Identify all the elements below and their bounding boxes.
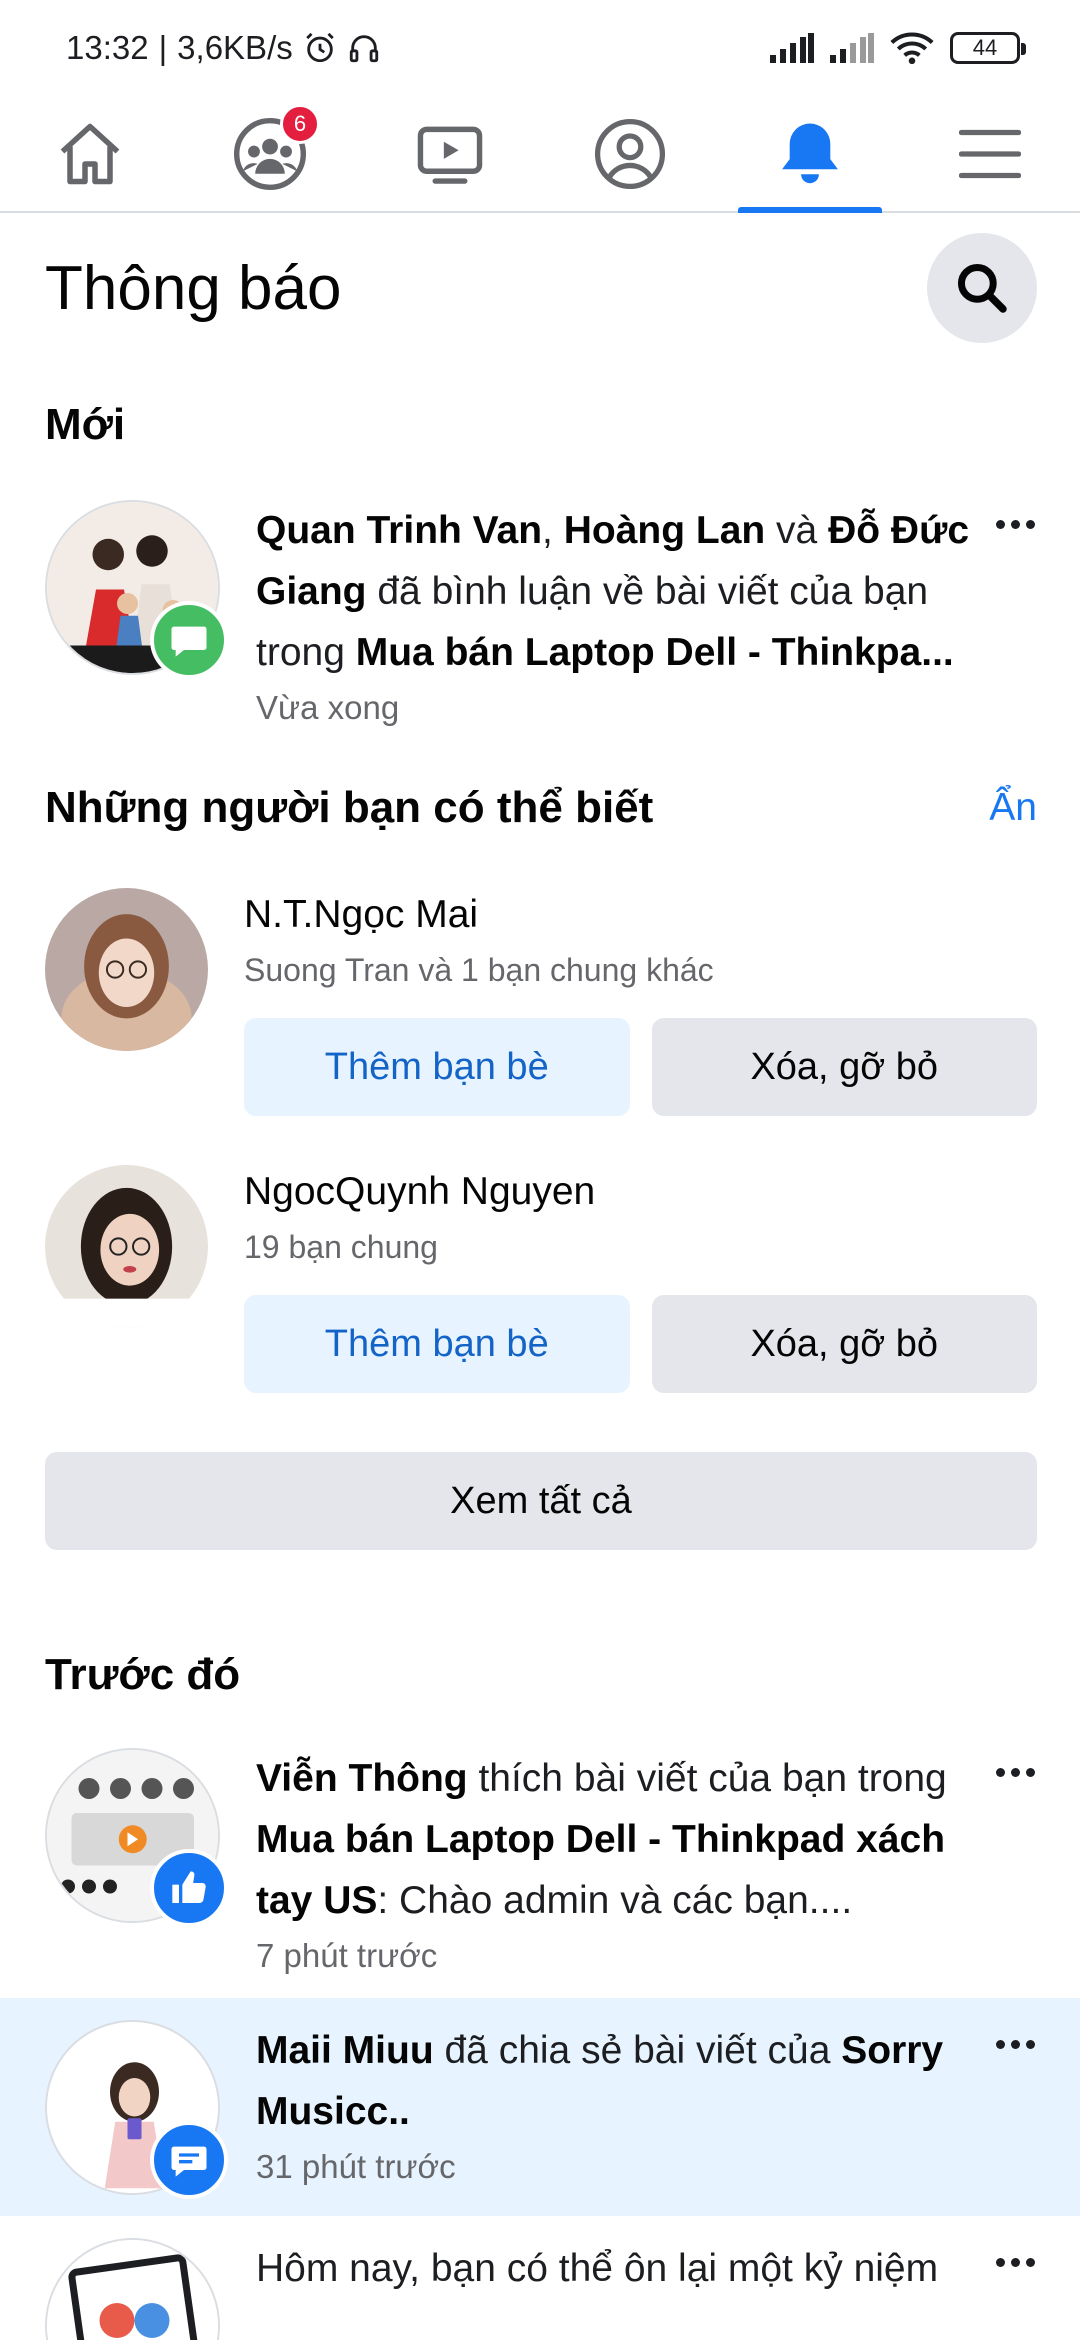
person-name[interactable]: N.T.Ngọc Mai (244, 888, 1037, 942)
remove-button[interactable]: Xóa, gỡ bỏ (651, 1018, 1037, 1116)
avatar (45, 2238, 220, 2340)
comment-icon (171, 626, 207, 657)
more-options-button[interactable] (975, 1748, 1035, 1981)
headphones-icon (347, 31, 381, 65)
like-icon (172, 1871, 206, 1904)
notification-avatar (45, 2020, 228, 2199)
notification-item[interactable]: Hôm nay, bạn có thể ôn lại một kỷ niệm (0, 2238, 1080, 2340)
actor-name: Viễn Thông (256, 1757, 468, 1800)
section-new-title: Mới (45, 400, 126, 449)
more-icon (996, 2258, 1035, 2340)
notification-item[interactable]: Quan Trinh Van, Hoàng Lan và Đỗ Đức Gian… (0, 500, 1080, 733)
wifi-icon (890, 31, 934, 65)
more-icon (996, 1768, 1035, 1981)
share-badge (150, 2121, 228, 2199)
bell-icon (782, 123, 838, 183)
notification-item[interactable]: Viễn Thông thích bài viết của bạn trong … (0, 1748, 1080, 1981)
page-title: Thông báo (45, 253, 342, 323)
signal-icon-2 (830, 33, 874, 63)
notification-text: Viễn Thông thích bài viết của bạn trong … (256, 1748, 975, 1981)
text-conjunction: và (765, 509, 829, 552)
notification-time: 31 phút trước (256, 2148, 456, 2185)
more-options-button[interactable] (975, 500, 1035, 733)
actor-name: Hoàng Lan (563, 509, 766, 552)
alarm-icon (303, 31, 337, 65)
search-button[interactable] (927, 233, 1037, 343)
notification-time: 7 phút trước (256, 1937, 438, 1974)
mutual-friends: 19 bạn chung (244, 1229, 438, 1265)
groups-badge: 6 (280, 104, 320, 144)
group-name: Mua bán Laptop Dell - Thinkpa... (355, 631, 954, 674)
pymk-card: N.T.Ngọc Mai Suong Tran và 1 bạn chung k… (45, 888, 1037, 1116)
signal-icon (770, 33, 814, 63)
status-bar: 13:32 | 3,6KB/s 44 (0, 0, 1080, 96)
tab-notifications[interactable] (720, 96, 900, 213)
notification-action: thích bài viết của bạn trong (467, 1757, 947, 1800)
pymk-title: Những người bạn có thể biết (45, 783, 654, 832)
actor-name: Quan Trinh Van (256, 509, 543, 552)
search-icon (957, 263, 1007, 313)
add-friend-button[interactable]: Thêm bạn bè (244, 1295, 630, 1393)
more-options-button[interactable] (975, 2020, 1035, 2216)
person-name[interactable]: NgocQuynh Nguyen (244, 1165, 1037, 1219)
add-friend-button[interactable]: Thêm bạn bè (244, 1018, 630, 1116)
more-options-button[interactable] (975, 2238, 1035, 2340)
notification-avatar (45, 2238, 220, 2340)
status-time: 13:32 (66, 29, 149, 66)
video-icon (417, 126, 483, 184)
network-speed: 3,6KB/s (177, 29, 293, 66)
page-header: Thông báo (45, 228, 1037, 348)
memory-text: Hôm nay, bạn có thể ôn lại một kỷ niệm (256, 2247, 939, 2290)
notification-item[interactable]: Maii Miuu đã chia sẻ bài viết của Sorry … (0, 1998, 1080, 2216)
notification-text: Hôm nay, bạn có thể ôn lại một kỷ niệm (256, 2238, 975, 2340)
more-icon (996, 2040, 1035, 2216)
notification-time: Vừa xong (256, 689, 400, 726)
tab-watch[interactable] (360, 96, 540, 211)
menu-icon (959, 129, 1021, 178)
comment-badge (150, 601, 228, 679)
more-icon (996, 520, 1035, 733)
tab-home[interactable] (0, 96, 180, 211)
status-separator: | (158, 29, 168, 66)
notification-avatar (45, 500, 228, 679)
mutual-friends: Suong Tran và 1 bạn chung khác (244, 952, 714, 988)
hide-link[interactable]: Ẩn (989, 786, 1037, 830)
home-icon (60, 123, 120, 184)
tab-profile[interactable] (540, 96, 720, 211)
tab-groups[interactable]: 6 (180, 96, 360, 211)
tab-menu[interactable] (900, 96, 1080, 211)
share-icon (171, 2146, 207, 2177)
notification-action: đã chia sẻ bài viết của (433, 2029, 842, 2072)
avatar[interactable] (45, 888, 208, 1051)
actor-name: Maii Miuu (256, 2029, 434, 2072)
notification-text: Maii Miuu đã chia sẻ bài viết của Sorry … (256, 2020, 975, 2216)
like-badge (150, 1849, 228, 1927)
battery-indicator: 44 (950, 32, 1026, 64)
notification-avatar (45, 1748, 228, 1927)
post-snippet: : Chào admin và các bạn.... (377, 1879, 853, 1922)
text-separator: , (542, 509, 564, 552)
avatar[interactable] (45, 1165, 208, 1328)
pymk-card: NgocQuynh Nguyen 19 bạn chung Thêm bạn b… (45, 1165, 1037, 1393)
remove-button[interactable]: Xóa, gỡ bỏ (651, 1295, 1037, 1393)
pymk-header: Những người bạn có thể biết Ẩn (45, 775, 1037, 841)
top-navigation: 6 (0, 96, 1080, 213)
profile-icon (594, 118, 666, 189)
see-all-button[interactable]: Xem tất cả (45, 1452, 1037, 1550)
section-earlier-title: Trước đó (45, 1650, 241, 1699)
notification-text: Quan Trinh Van, Hoàng Lan và Đỗ Đức Gian… (256, 500, 975, 733)
